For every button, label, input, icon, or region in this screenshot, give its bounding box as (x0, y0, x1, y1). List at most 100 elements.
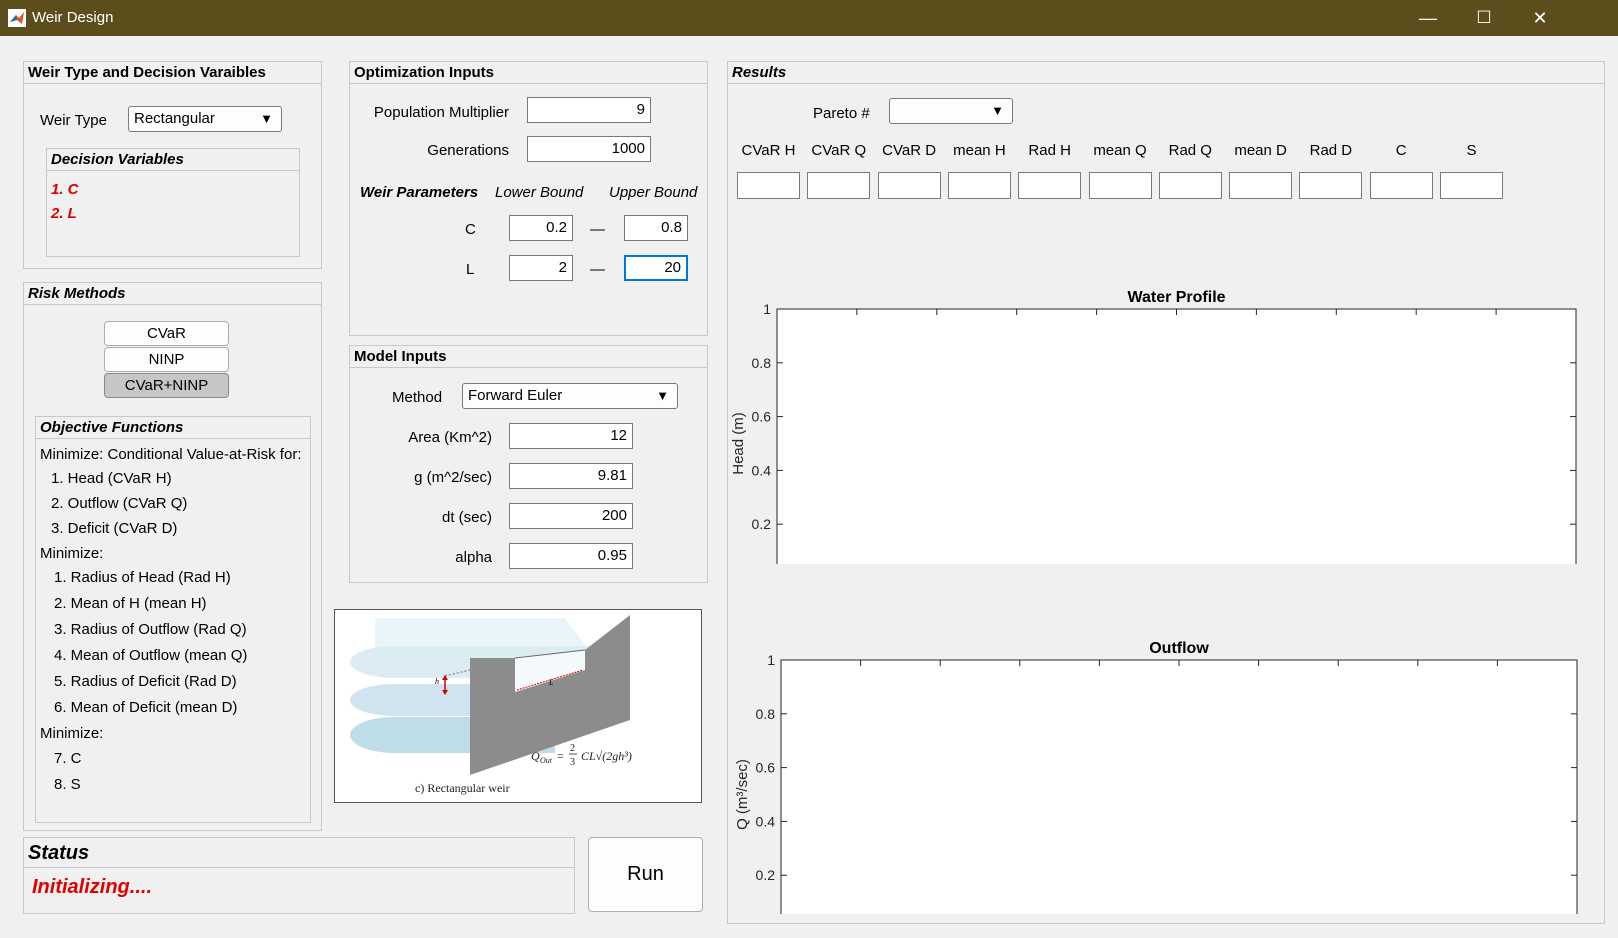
minimize-button[interactable]: — (1400, 0, 1456, 36)
result-column-header: mean H (953, 142, 1006, 159)
result-column-header: Rad H (1028, 142, 1071, 159)
status-panel: Status Initializing.... (23, 837, 575, 914)
maximize-button[interactable]: ☐ (1456, 0, 1512, 36)
weir-parameters-label: Weir Parameters (360, 184, 479, 201)
model-inputs-title: Model Inputs (350, 346, 707, 368)
method-label: Method (392, 389, 443, 406)
dt-input[interactable]: 200 (509, 503, 633, 529)
weir-type-dropdown[interactable]: Rectangular ▼ (128, 106, 282, 132)
objective-line: 2. Outflow (CVaR Q) (51, 495, 188, 512)
plot-area (780, 659, 1578, 914)
decision-item-l: 2. L (51, 205, 77, 222)
objective-line: Minimize: (40, 725, 104, 742)
l-lower-input[interactable]: 2 (509, 255, 573, 281)
weir-type-panel: Weir Type and Decision Varaibles Weir Ty… (23, 61, 322, 269)
result-value-box[interactable] (1158, 172, 1222, 199)
c-lower-input[interactable]: 0.2 (509, 215, 573, 241)
result-column-header: Rad D (1309, 142, 1353, 159)
risk-methods-panel: Risk Methods CVaR NINP CVaR+NINP Objecti… (23, 282, 322, 831)
objective-line: 4. Mean of Outflow (mean Q) (54, 647, 248, 664)
pareto-dropdown[interactable]: ▼ (889, 98, 1013, 124)
objective-line: 2. Mean of H (mean H) (54, 595, 207, 612)
formula-q: Q (531, 749, 540, 763)
chevron-down-icon: ▼ (656, 388, 669, 403)
decision-variables-panel: Decision Variables 1. C 2. L (46, 148, 300, 257)
area-label: Area (Km^2) (408, 429, 492, 446)
g-input[interactable]: 9.81 (509, 463, 633, 489)
decision-item-c: 1. C (51, 181, 79, 198)
decision-variables-title: Decision Variables (47, 149, 299, 171)
alpha-input[interactable]: 0.95 (509, 543, 633, 569)
population-multiplier-label: Population Multiplier (373, 104, 509, 121)
population-multiplier-input[interactable]: 9 (527, 97, 651, 123)
close-button[interactable]: ✕ (1512, 0, 1568, 36)
formula-tail: CL√(2gh³) (581, 749, 632, 763)
area-input[interactable]: 12 (509, 423, 633, 449)
param-c-label: C (465, 221, 476, 238)
status-text: Initializing.... (32, 876, 152, 898)
result-value-box[interactable] (1299, 172, 1363, 199)
rectangular-weir-illustration: h L Q Out = 2 3 CL√(2gh³) c) Rectangular… (335, 610, 701, 802)
y-tick-label: 0.4 (752, 462, 772, 478)
risk-methods-title: Risk Methods (24, 283, 321, 305)
matlab-app-icon (8, 9, 26, 27)
pareto-label: Pareto # (813, 105, 870, 122)
optimization-inputs-panel: Optimization Inputs Population Multiplie… (349, 61, 708, 336)
chart-title: Water Profile (1127, 289, 1225, 306)
h-dimension-label: h (435, 677, 439, 686)
param-l-label: L (466, 261, 475, 278)
result-value-box[interactable] (1229, 172, 1293, 199)
c-upper-input[interactable]: 0.8 (624, 215, 688, 241)
y-tick-label: 0.2 (756, 867, 776, 883)
outflow-chart: 00.10.20.30.40.50.60.70.80.9100.20.40.60… (734, 640, 1578, 914)
objective-line: 7. C (54, 750, 82, 767)
ninp-button[interactable]: NINP (104, 347, 229, 372)
objective-line: 5. Radius of Deficit (Rad D) (54, 673, 237, 690)
y-tick-label: 0.8 (756, 706, 776, 722)
run-button[interactable]: Run (588, 837, 703, 912)
result-value-box[interactable] (877, 172, 941, 199)
method-dropdown[interactable]: Forward Euler ▼ (462, 383, 678, 409)
objective-line: 3. Deficit (CVaR D) (51, 520, 178, 537)
result-column-header: Rad Q (1168, 142, 1212, 159)
objective-line: 3. Radius of Outflow (Rad Q) (54, 621, 247, 638)
result-value-box[interactable] (1440, 172, 1503, 199)
result-column-header: S (1466, 142, 1477, 159)
chart-title: Outflow (1149, 640, 1209, 657)
result-value-box[interactable] (1018, 172, 1082, 199)
formula-denominator: 3 (570, 757, 575, 768)
objective-line: Minimize: (40, 545, 104, 562)
formula-equals: = (557, 749, 564, 763)
y-tick-label: 0.6 (752, 409, 772, 425)
objective-line: 1. Head (CVaR H) (51, 470, 172, 487)
result-value-box[interactable] (947, 172, 1011, 199)
result-column-header: CVaR Q (811, 142, 867, 159)
formula-subscript: Out (540, 756, 553, 765)
generations-input[interactable]: 1000 (527, 136, 651, 162)
status-title: Status (24, 838, 574, 868)
upper-bound-label: Upper Bound (609, 184, 698, 201)
range-dash: — (590, 221, 605, 238)
objective-line: 6. Mean of Deficit (mean D) (54, 699, 238, 716)
l-upper-input[interactable]: 20 (624, 255, 688, 281)
result-value-box[interactable] (1369, 172, 1433, 199)
results-title: Results (728, 62, 1604, 84)
cvar-button[interactable]: CVaR (104, 321, 229, 346)
cvar-ninp-button[interactable]: CVaR+NINP (104, 373, 229, 398)
result-value-box[interactable] (807, 172, 871, 199)
y-axis-label: Q (m³/sec) (734, 759, 751, 830)
y-tick-label: 0.8 (752, 355, 772, 371)
objective-functions-panel: Objective Functions Minimize: Conditiona… (35, 416, 311, 823)
objective-line: Minimize: Conditional Value-at-Risk for: (40, 446, 302, 463)
objective-functions-title: Objective Functions (36, 417, 310, 439)
plot-area (776, 308, 1577, 564)
generations-label: Generations (427, 142, 509, 159)
chevron-down-icon: ▼ (260, 111, 273, 126)
range-dash: — (590, 261, 605, 278)
result-column-header: CVaR D (882, 142, 937, 159)
result-value-box[interactable] (737, 172, 800, 199)
diagram-caption: c) Rectangular weir (415, 781, 510, 795)
window-title: Weir Design (32, 9, 114, 26)
result-value-box[interactable] (1088, 172, 1152, 199)
y-tick-label: 0.6 (756, 760, 776, 776)
